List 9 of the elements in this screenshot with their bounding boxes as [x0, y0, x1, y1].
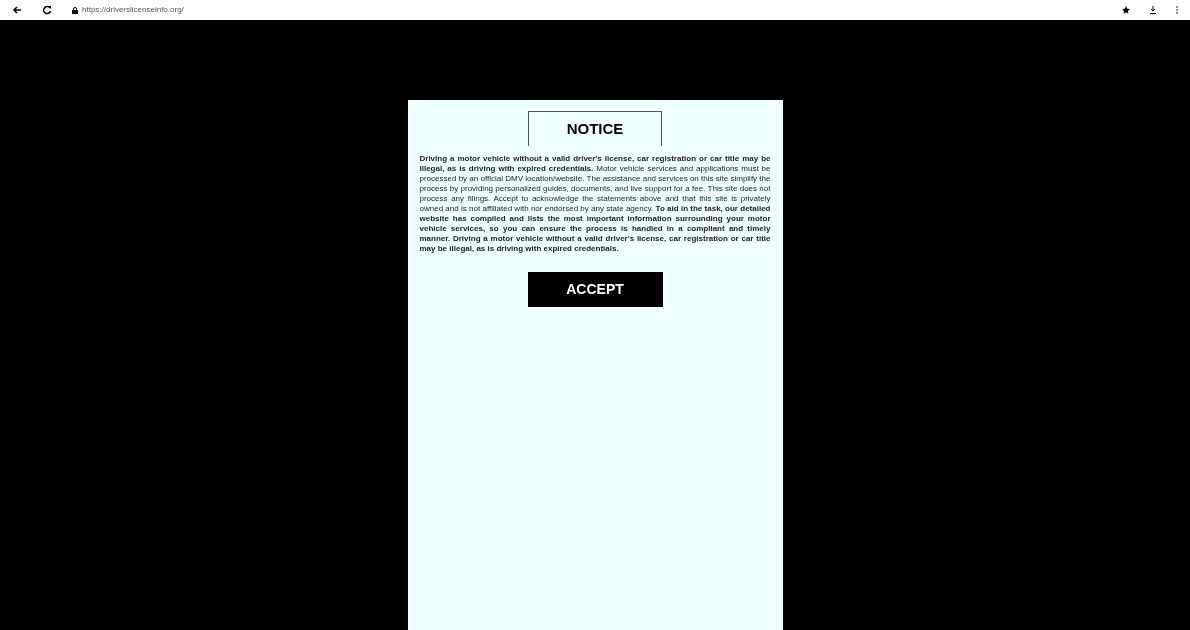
- star-icon[interactable]: [1122, 6, 1130, 14]
- lock-icon: [72, 6, 78, 14]
- url-text[interactable]: https://driverslicenseinfo.org/: [82, 4, 184, 16]
- back-icon[interactable]: [12, 5, 22, 15]
- reload-icon[interactable]: [42, 5, 52, 15]
- accept-button[interactable]: ACCEPT: [527, 272, 663, 307]
- download-icon[interactable]: [1150, 6, 1156, 14]
- notice-title: NOTICE: [528, 111, 662, 146]
- notice-text: Driving a motor vehicle without a valid driver's license, car registration or car title may be illegal, as is driving with expired credentials. Motor vehicle services and applications must be processed by an official DMV location/website. The assistance and services on this site simplify the process by providing personalized guides, documents, and live support for a fee. This site does not process any filings. Accept to acknowledge the statements above and that this site is privately owned and is not affiliated with nor endorsed by any state agency. To aid in the task, our detailed website has compiled and lists the most important information surrounding your motor vehicle services, so you can ensure the process is handled in a compliant and timely manner. Driving a motor vehicle without a valid driver's license, car registration or car title may be illegal, as is driving with expired credentials.: [419, 154, 771, 254]
